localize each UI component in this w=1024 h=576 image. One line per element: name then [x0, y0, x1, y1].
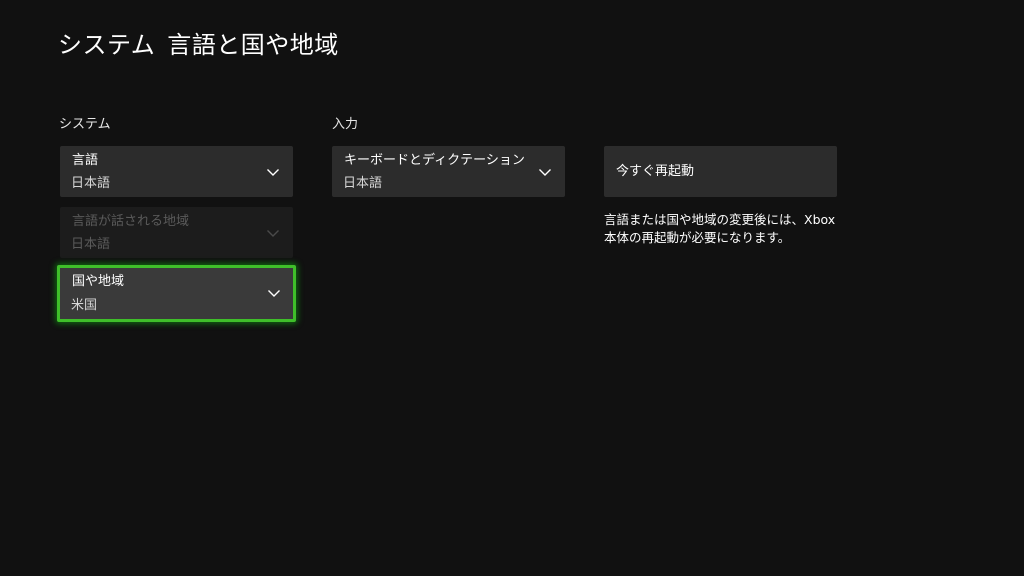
keyboard-dictation-label: キーボードとディクテーション — [344, 153, 525, 168]
spoken-region-label: 言語が話される地域 — [72, 214, 190, 229]
page-title: システム 言語と国や地域 — [58, 28, 339, 62]
chevron-down-icon — [268, 290, 280, 297]
restart-now-label: 今すぐ再起動 — [616, 164, 695, 179]
language-dropdown[interactable]: 言語 日本語 — [60, 146, 293, 197]
spoken-region-value: 日本語 — [71, 237, 111, 252]
system-section-label: システム — [59, 117, 111, 132]
chevron-down-icon — [539, 169, 551, 176]
input-section-label: 入力 — [332, 117, 359, 132]
restart-note: 言語または国や地域の変更後には、Xbox 本体の再起動が必要になります。 — [604, 211, 844, 247]
restart-note-line1: 言語または国や地域の変更後には、Xbox — [604, 212, 836, 227]
page-heading: 言語と国や地域 — [167, 31, 339, 59]
country-region-value: 米国 — [71, 298, 98, 313]
language-label: 言語 — [72, 153, 99, 168]
keyboard-dictation-value: 日本語 — [343, 176, 383, 191]
chevron-down-icon — [267, 230, 279, 237]
country-region-dropdown[interactable]: 国や地域 米国 — [57, 265, 296, 322]
country-region-label: 国や地域 — [72, 274, 125, 289]
language-value: 日本語 — [71, 176, 111, 191]
restart-now-button[interactable]: 今すぐ再起動 — [604, 146, 837, 197]
spoken-region-dropdown: 言語が話される地域 日本語 — [60, 207, 293, 258]
keyboard-dictation-dropdown[interactable]: キーボードとディクテーション 日本語 — [332, 146, 565, 197]
breadcrumb-section: システム — [58, 31, 156, 59]
chevron-down-icon — [267, 169, 279, 176]
restart-note-line2: 本体の再起動が必要になります。 — [604, 230, 791, 245]
